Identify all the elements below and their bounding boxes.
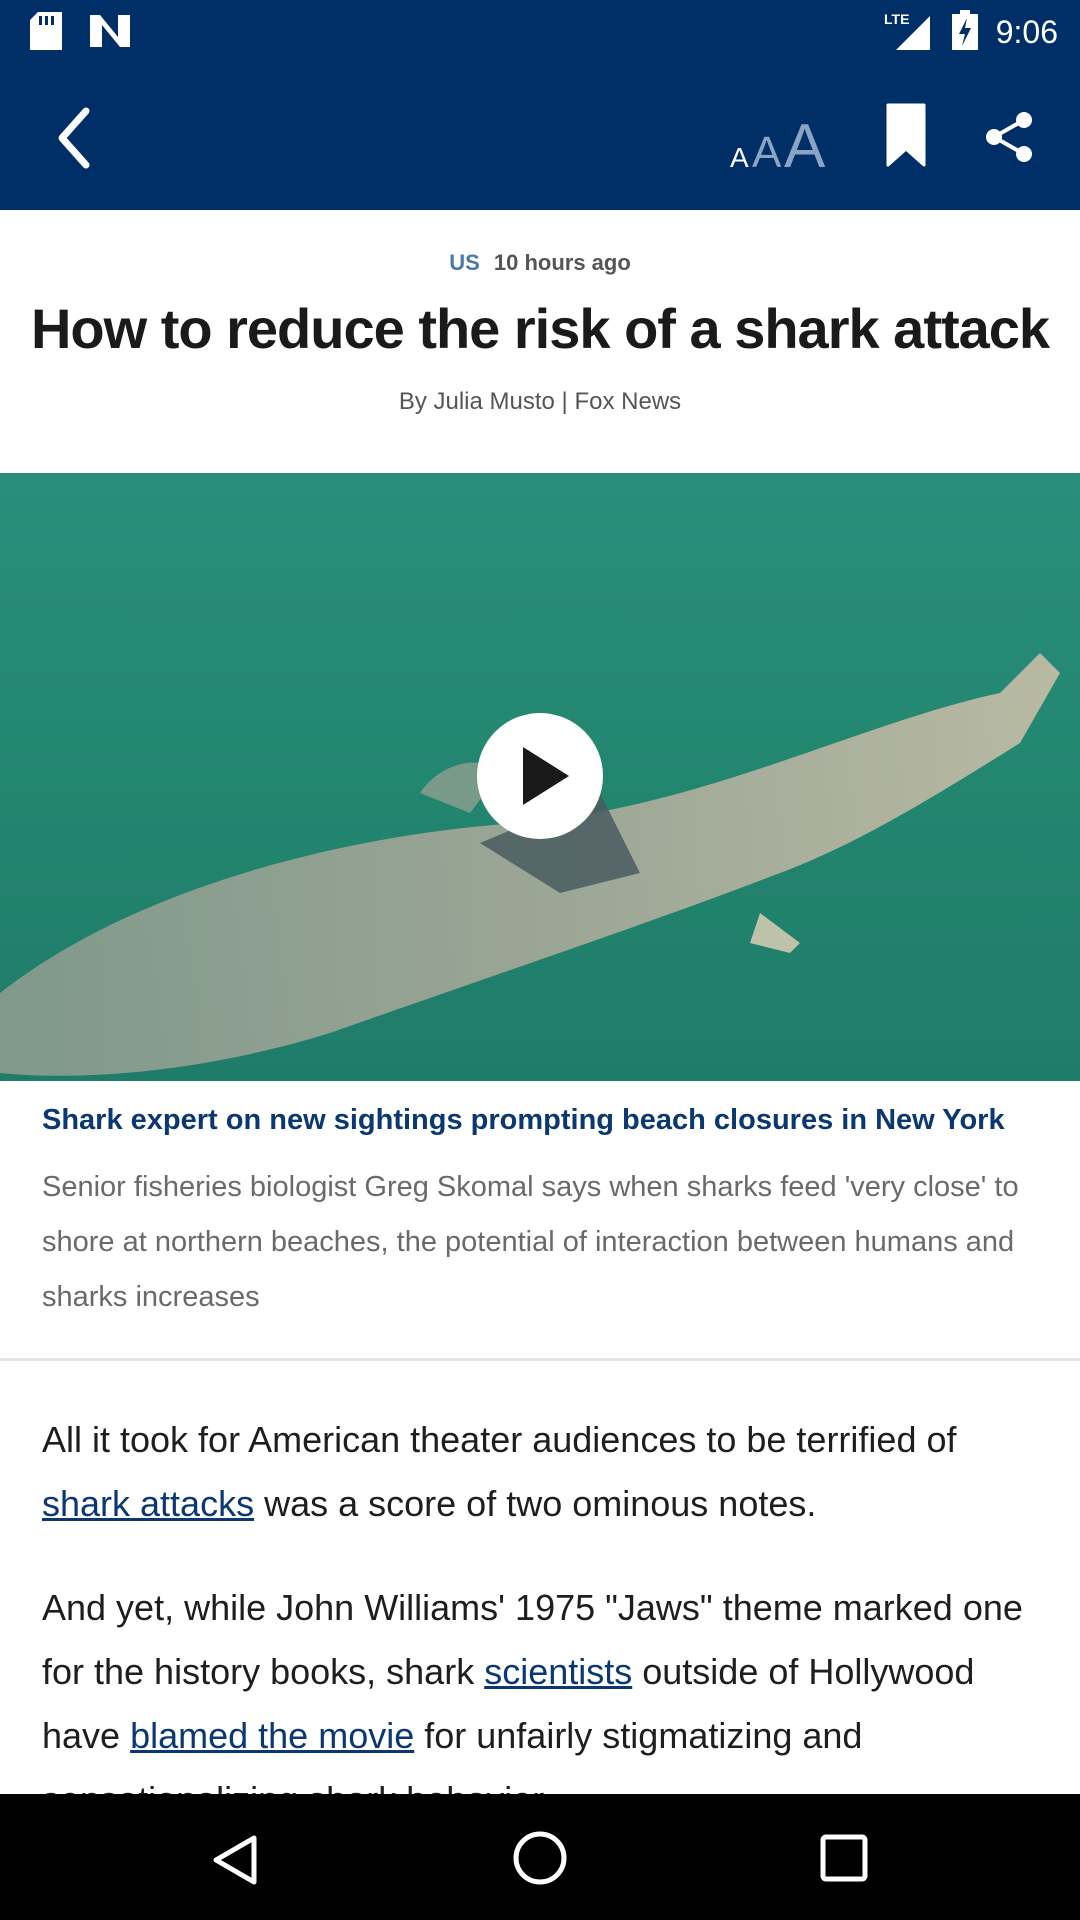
article-meta: US 10 hours ago xyxy=(0,250,1080,276)
nav-home-button[interactable] xyxy=(512,1830,568,1886)
play-button[interactable] xyxy=(477,713,603,839)
time-ago: 10 hours ago xyxy=(493,250,631,275)
square-recents-icon xyxy=(820,1834,868,1882)
video-caption-desc: Senior fisheries biologist Greg Skomal s… xyxy=(42,1171,1019,1313)
svg-text:A: A xyxy=(784,112,826,175)
back-button[interactable] xyxy=(50,103,100,173)
system-nav-bar xyxy=(0,1794,1080,1920)
n-notification-icon xyxy=(90,15,130,51)
svg-text:A: A xyxy=(730,142,749,173)
divider xyxy=(0,1358,1080,1361)
status-time: 9:06 xyxy=(995,13,1058,50)
section-label[interactable]: US xyxy=(449,250,480,275)
play-icon xyxy=(523,747,569,805)
share-icon xyxy=(986,112,1032,162)
circle-home-icon xyxy=(513,1831,567,1885)
paragraph-1: All it took for American theater audienc… xyxy=(42,1408,1042,1536)
nav-back-button[interactable] xyxy=(210,1834,260,1886)
lte-signal-icon: LTE xyxy=(884,10,934,54)
blamed-the-movie-link[interactable]: blamed the movie xyxy=(130,1715,414,1756)
paragraph-2: And yet, while John Williams' 1975 "Jaws… xyxy=(42,1576,1042,1794)
scientists-link[interactable]: scientists xyxy=(484,1651,632,1692)
svg-text:A: A xyxy=(752,128,782,175)
p1-text-a: All it took for American theater audienc… xyxy=(42,1419,957,1460)
font-size-icon: A A A xyxy=(730,112,826,181)
network-label: LTE xyxy=(884,11,909,27)
status-bar: LTE 9:06 xyxy=(0,0,1080,63)
video-caption-title[interactable]: Shark expert on new sightings prompting … xyxy=(42,1104,1042,1137)
sd-card-icon xyxy=(30,12,62,54)
app-bar: A A A xyxy=(0,63,1080,210)
triangle-back-icon xyxy=(213,1835,257,1885)
bookmark-icon xyxy=(886,103,926,167)
p1-text-b: was a score of two ominous notes. xyxy=(254,1483,817,1524)
battery-charging-icon xyxy=(951,10,978,54)
byline: By Julia Musto | Fox News xyxy=(398,388,682,415)
shark-attacks-link[interactable]: shark attacks xyxy=(42,1483,254,1524)
share-button[interactable] xyxy=(984,111,1034,163)
article-title: How to reduce the risk of a shark attack xyxy=(30,297,1050,360)
nav-recents-button[interactable] xyxy=(820,1834,868,1882)
font-size-button[interactable]: A A A xyxy=(726,105,832,181)
back-arrow-icon xyxy=(58,107,90,169)
bookmark-button[interactable] xyxy=(884,103,928,169)
article-body: All it took for American theater audienc… xyxy=(42,1408,1042,1794)
